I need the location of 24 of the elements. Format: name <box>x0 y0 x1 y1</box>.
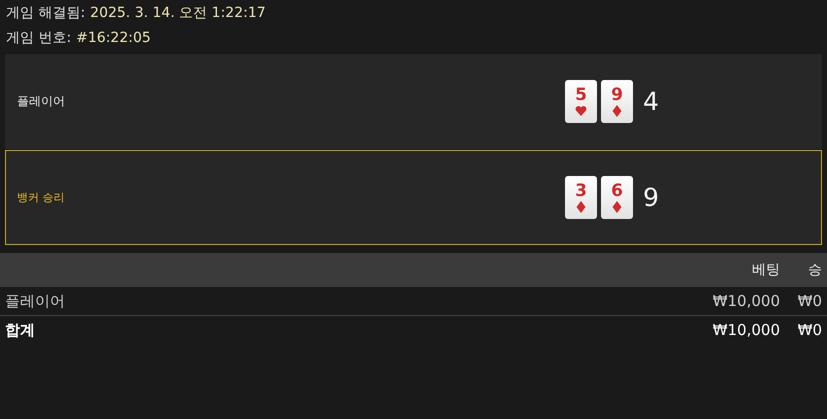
table-cell-text: ₩10,000 <box>712 292 780 310</box>
hand-label: 플레이어 <box>16 93 66 110</box>
row-label: 플레이어 <box>5 292 66 310</box>
hand-score: 9 <box>643 183 659 212</box>
info-label: 게임 번호: <box>6 29 72 48</box>
heart-icon <box>575 104 587 116</box>
playing-card: 5 <box>565 80 597 123</box>
info-label: 게임 해결됨: <box>6 4 86 23</box>
diamond-icon <box>575 200 587 212</box>
column-header: 승 <box>807 261 822 279</box>
hand-score: 4 <box>643 87 659 116</box>
info-value: 2025. 3. 14. 오전 1:22:17 <box>90 4 266 23</box>
diamond-icon <box>611 104 623 116</box>
playing-card: 6 <box>601 176 633 219</box>
diamond-icon <box>611 200 623 212</box>
column-header: 베팅 <box>751 261 780 279</box>
info-value: #16:22:05 <box>76 29 151 48</box>
table-cell-text: ₩10,000 <box>712 321 780 339</box>
table-cell-text: ₩0 <box>796 321 822 339</box>
hand-label: 뱅커 승리 <box>16 190 66 205</box>
table-cell-text: ₩0 <box>796 292 822 310</box>
playing-card: 9 <box>601 80 633 123</box>
playing-card: 3 <box>565 176 597 219</box>
row-label: 합계 <box>5 320 36 340</box>
